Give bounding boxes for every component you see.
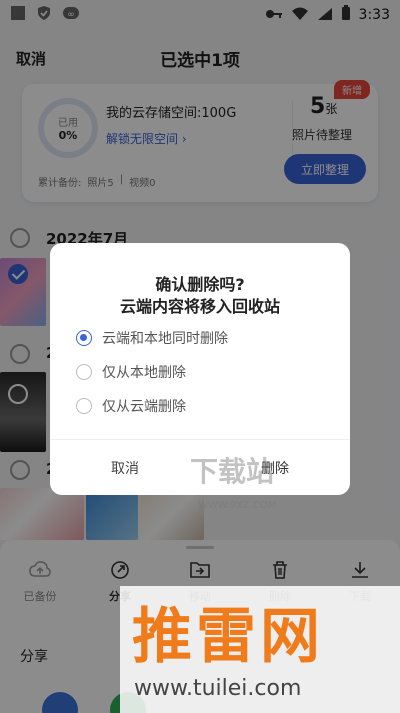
radio-icon[interactable] — [76, 364, 92, 380]
watermark-site-url: WWW.9XZ.COM — [198, 500, 277, 511]
dialog-title: 确认删除吗? — [155, 275, 245, 294]
watermark-brand-url: www.tuilei.com — [134, 676, 302, 701]
delete-option-local[interactable]: 仅从本地删除 — [76, 361, 186, 383]
watermark-site: 下载站 — [190, 455, 275, 488]
option-label: 仅从云端删除 — [102, 399, 186, 415]
radio-icon[interactable] — [76, 398, 92, 414]
watermark-brand: 推雷网 — [132, 602, 324, 672]
option-label: 仅从本地删除 — [102, 365, 186, 381]
option-label: 云端和本地同时删除 — [102, 331, 228, 347]
delete-option-both[interactable]: 云端和本地同时删除 — [76, 327, 228, 349]
delete-option-cloud[interactable]: 仅从云端删除 — [76, 395, 186, 417]
dialog-cancel-button[interactable]: 取消 — [50, 440, 200, 495]
dialog-subtitle: 云端内容将移入回收站 — [119, 297, 280, 316]
radio-selected-icon[interactable] — [76, 330, 92, 346]
